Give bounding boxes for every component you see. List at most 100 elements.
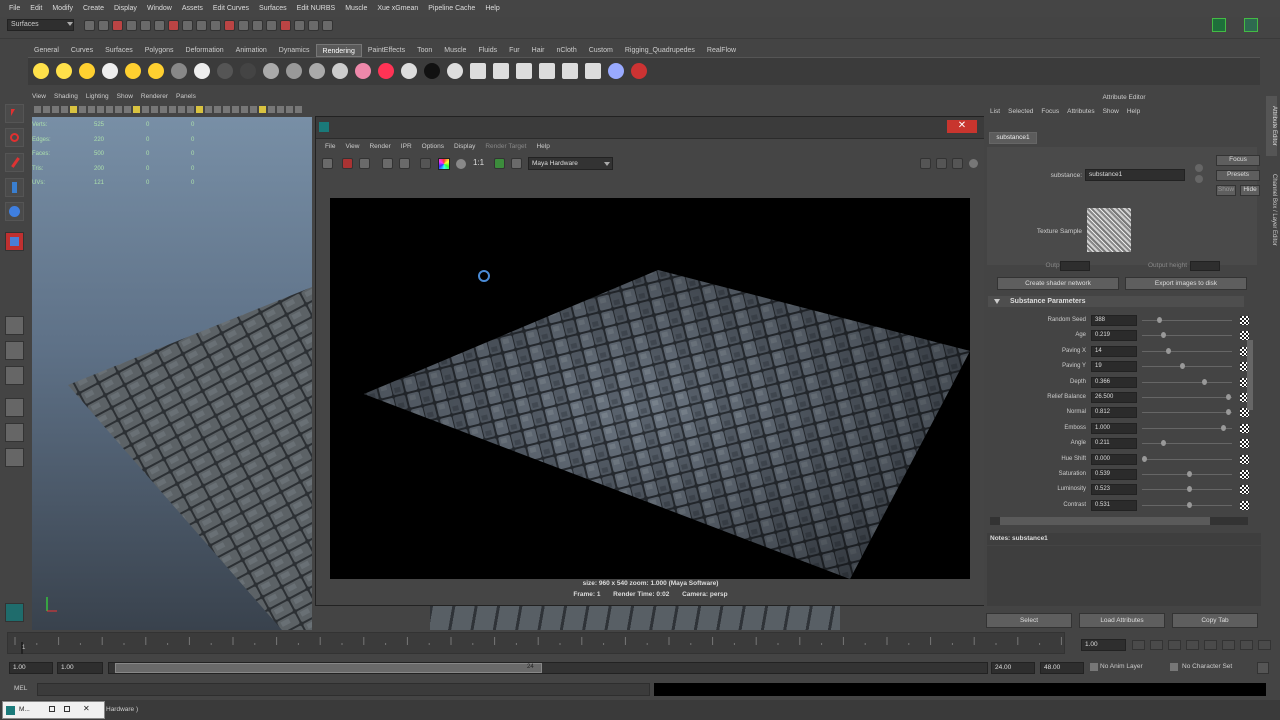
checker-node-icon[interactable] — [1240, 485, 1249, 495]
shelf-item-1-icon[interactable] — [56, 63, 72, 79]
current-time-field[interactable]: 1.00 — [1081, 639, 1126, 651]
viewport-tool-3-icon[interactable] — [61, 106, 68, 113]
param-slider[interactable] — [1142, 350, 1232, 352]
shelf-tab-fluids[interactable]: Fluids — [472, 44, 503, 57]
viewport-tool-26-icon[interactable] — [268, 106, 275, 113]
shelf-item-3-icon[interactable] — [102, 63, 118, 79]
step-forward-icon[interactable] — [1222, 640, 1235, 650]
param-value-field[interactable]: 388 — [1091, 315, 1137, 326]
viewport-menu-show[interactable]: Show — [113, 93, 137, 103]
checker-node-icon[interactable] — [1240, 316, 1249, 325]
lasso-tool-icon[interactable] — [5, 128, 24, 147]
auto-key-icon[interactable] — [1257, 662, 1269, 674]
slider-knob[interactable] — [1142, 455, 1147, 462]
slider-knob[interactable] — [1226, 394, 1232, 400]
status-tool-0-icon[interactable] — [84, 20, 95, 31]
shelf-item-21-icon[interactable] — [516, 63, 532, 79]
render-region-icon[interactable] — [342, 158, 353, 169]
shelf-item-5-icon[interactable] — [148, 63, 164, 79]
status-tool-14-icon[interactable] — [280, 20, 291, 31]
viewport-tool-21-icon[interactable] — [223, 106, 230, 113]
node-name-field[interactable]: substance1 — [1085, 169, 1185, 181]
render-menu-file[interactable]: File — [320, 143, 340, 154]
select-button[interactable]: Select — [986, 613, 1072, 628]
param-slider[interactable] — [1142, 335, 1232, 337]
ae-menu-show[interactable]: Show — [1099, 108, 1123, 120]
status-tool-16-icon[interactable] — [308, 20, 319, 31]
status-tool-15-icon[interactable] — [294, 20, 305, 31]
shelf-item-23-icon[interactable] — [562, 63, 578, 79]
viewport-tool-15-icon[interactable] — [169, 106, 176, 113]
menu-xue-xgmean[interactable]: Xue xGmean — [372, 5, 423, 12]
shelf-item-12-icon[interactable] — [309, 63, 325, 79]
menu-edit-nurbs[interactable]: Edit NURBS — [292, 5, 341, 12]
menu-edit[interactable]: Edit — [25, 5, 47, 12]
status-tool-3-icon[interactable] — [126, 20, 137, 31]
status-tool-13-icon[interactable] — [266, 20, 277, 31]
playback-end-field[interactable]: 24.00 — [991, 662, 1035, 674]
character-set-dropdown[interactable]: No Character Set — [1182, 663, 1232, 670]
param-slider[interactable] — [1142, 366, 1232, 368]
status-tool-4-icon[interactable] — [140, 20, 151, 31]
shelf-tab-fur[interactable]: Fur — [503, 44, 526, 57]
shelf-tab-custom[interactable]: Custom — [583, 44, 619, 57]
checker-node-icon[interactable] — [1240, 439, 1249, 449]
param-value-field[interactable]: 0.531 — [1091, 499, 1137, 511]
param-slider[interactable] — [1142, 427, 1232, 429]
close-icon[interactable]: ✕ — [83, 704, 90, 713]
param-value-field[interactable]: 0.366 — [1091, 376, 1137, 388]
menu-modify[interactable]: Modify — [47, 5, 78, 12]
image-index-icon[interactable] — [952, 158, 963, 169]
status-tool-6-icon[interactable] — [168, 20, 179, 31]
output-connection-icon[interactable] — [1195, 175, 1203, 183]
menu-file[interactable]: File — [4, 5, 25, 12]
shelf-tab-general[interactable]: General — [28, 44, 65, 57]
status-tool-5-icon[interactable] — [154, 20, 165, 31]
layout-hypershade-icon[interactable] — [5, 448, 24, 467]
horizontal-scrollbar[interactable] — [990, 517, 1248, 525]
playback-start-field[interactable]: 1.00 — [57, 662, 103, 674]
param-value-field[interactable]: 0.812 — [1091, 407, 1137, 419]
viewport-tool-0-icon[interactable] — [34, 106, 41, 113]
section-substance-parameters[interactable]: Substance Parameters — [988, 296, 1244, 307]
next-image-icon[interactable] — [936, 158, 947, 169]
viewport-tool-9-icon[interactable] — [115, 106, 122, 113]
ae-menu-focus[interactable]: Focus — [1037, 108, 1063, 120]
render-menu-display[interactable]: Display — [449, 143, 480, 154]
slider-knob[interactable] — [1186, 486, 1192, 493]
output-height-field[interactable] — [1190, 261, 1220, 271]
step-back-icon[interactable] — [1168, 640, 1181, 650]
slider-knob[interactable] — [1186, 471, 1192, 477]
viewport-tool-4-icon[interactable] — [70, 106, 77, 113]
step-forward-key-icon[interactable] — [1240, 640, 1253, 650]
shelf-tab-muscle[interactable]: Muscle — [438, 44, 472, 57]
scale-tool-icon[interactable] — [5, 232, 24, 251]
shelf-item-25-icon[interactable] — [608, 63, 624, 79]
shelf-tab-toon[interactable]: Toon — [411, 44, 438, 57]
shelf-tab-animation[interactable]: Animation — [230, 44, 273, 57]
slider-knob[interactable] — [1166, 347, 1172, 354]
menu-window[interactable]: Window — [142, 5, 177, 12]
checker-node-icon[interactable] — [1240, 454, 1249, 464]
status-tool-2-icon[interactable] — [112, 20, 123, 31]
viewport-tool-22-icon[interactable] — [232, 106, 239, 113]
shelf-item-13-icon[interactable] — [332, 63, 348, 79]
param-value-field[interactable]: 0.219 — [1091, 330, 1137, 342]
shelf-item-10-icon[interactable] — [263, 63, 279, 79]
render-menu-render-target[interactable]: Render Target — [480, 143, 531, 154]
slider-knob[interactable] — [1202, 378, 1208, 385]
viewport-menu-shading[interactable]: Shading — [50, 93, 82, 103]
create-shader-network-button[interactable]: Create shader network — [997, 277, 1119, 290]
shelf-tab-ncloth[interactable]: nCloth — [550, 44, 582, 57]
menu-display[interactable]: Display — [109, 5, 142, 12]
export-images-button[interactable]: Export images to disk — [1125, 277, 1247, 290]
shelf-item-14-icon[interactable] — [355, 63, 371, 79]
param-value-field[interactable]: 26.500 — [1091, 392, 1137, 403]
shelf-item-9-icon[interactable] — [240, 63, 256, 79]
shelf-tab-realflow[interactable]: RealFlow — [701, 44, 742, 57]
shelf-item-16-icon[interactable] — [401, 63, 417, 79]
settings-icon[interactable] — [969, 159, 978, 168]
viewport-tool-7-icon[interactable] — [97, 106, 104, 113]
param-slider[interactable] — [1142, 320, 1232, 321]
shelf-item-22-icon[interactable] — [539, 63, 555, 79]
